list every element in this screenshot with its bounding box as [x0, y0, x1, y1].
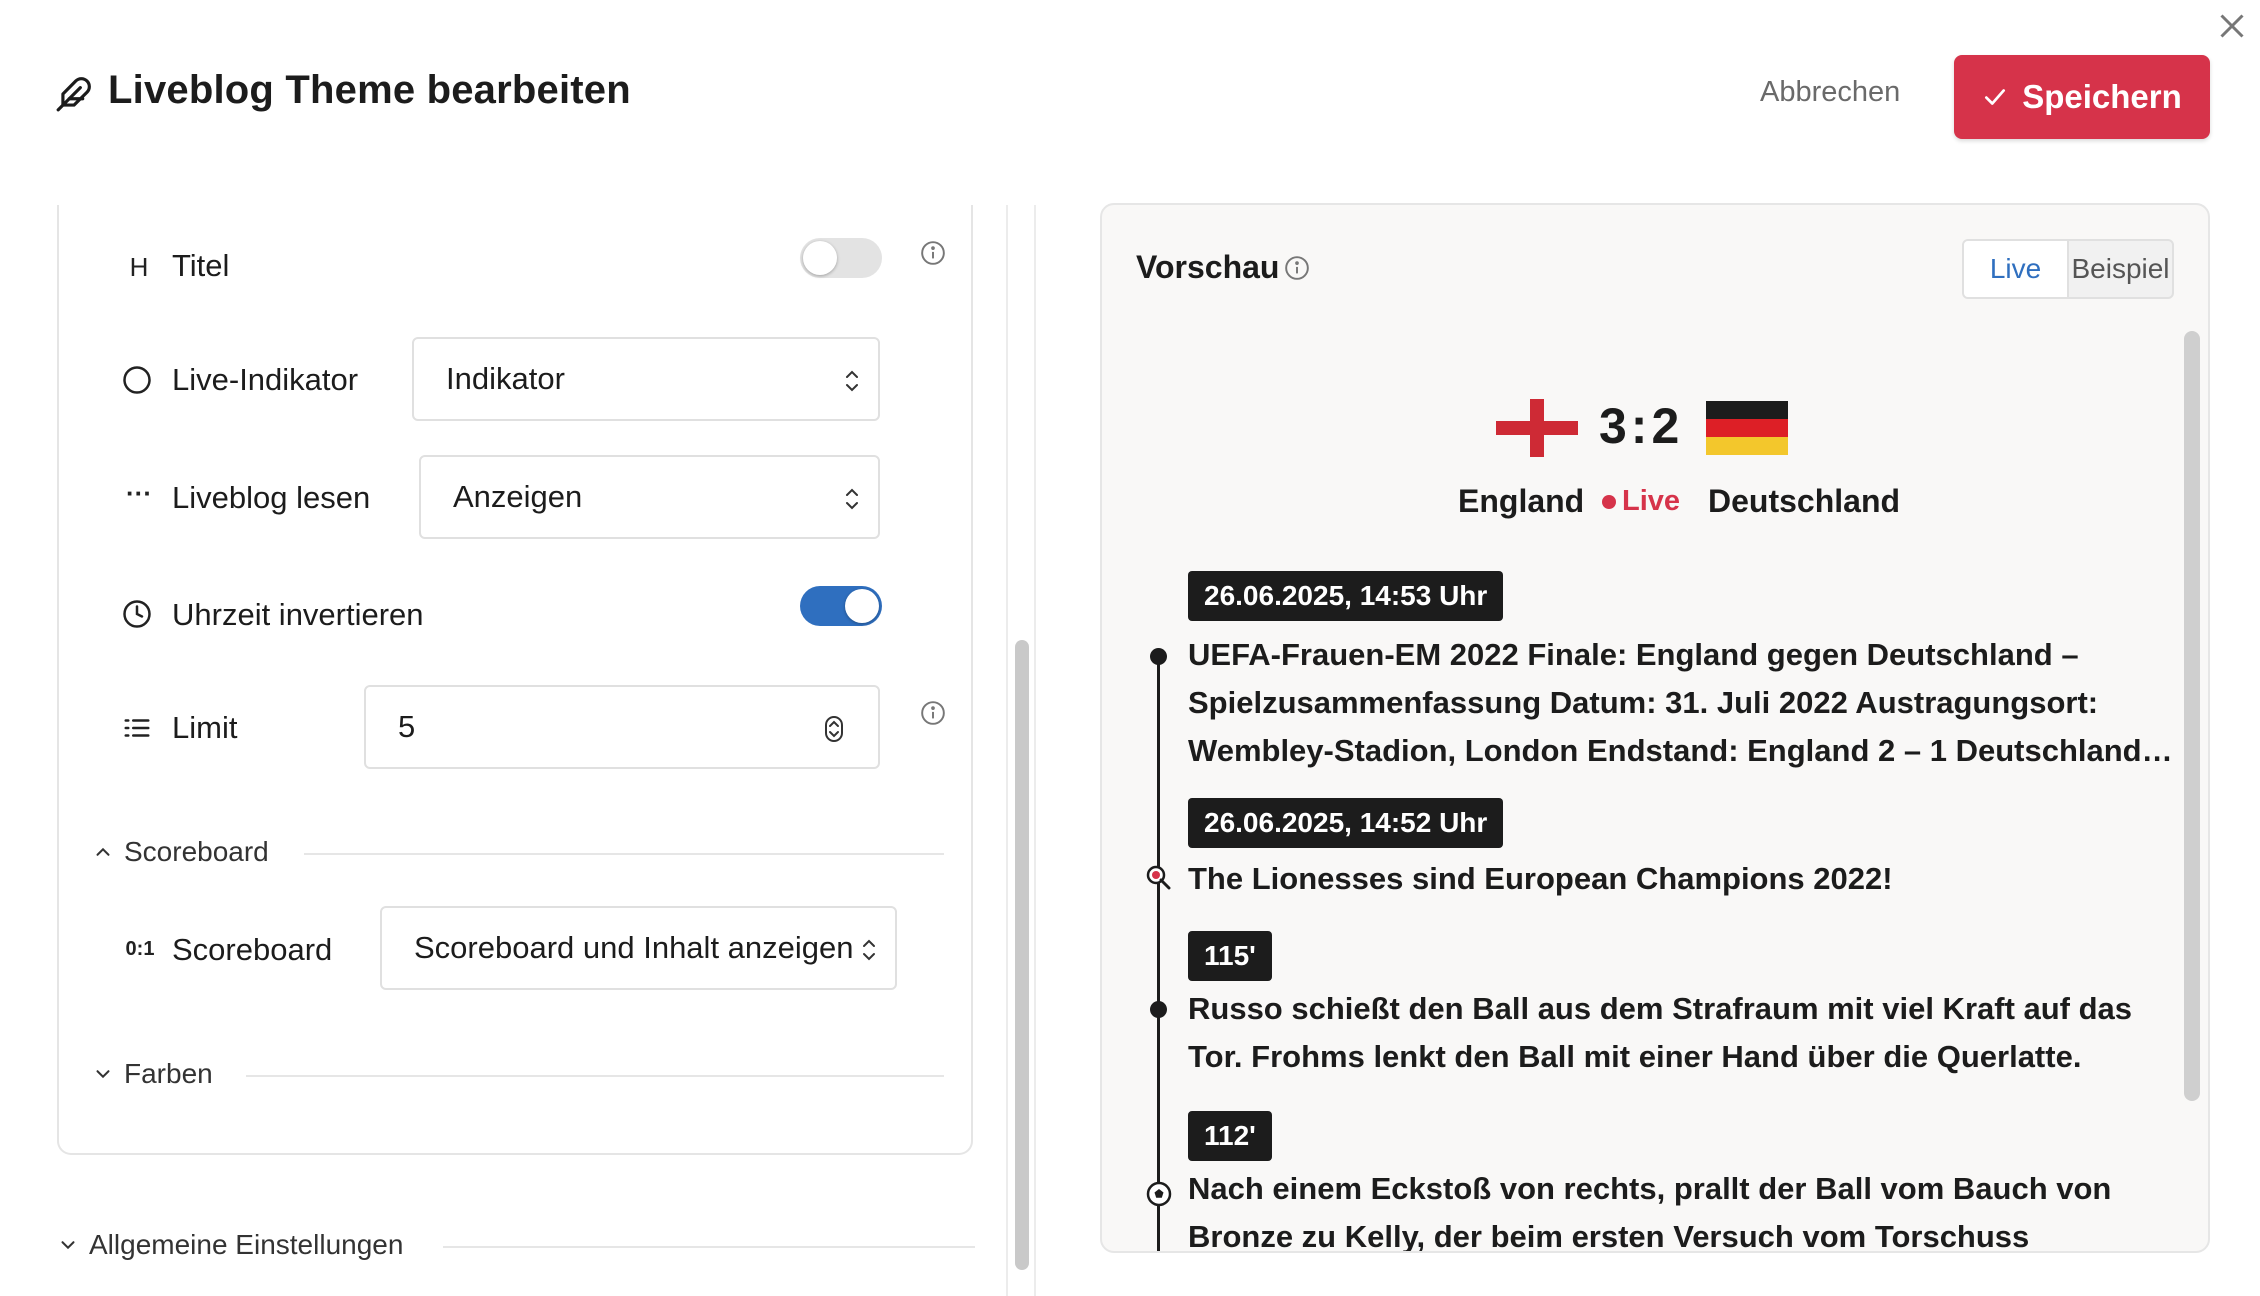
- preview-scrollbar-thumb[interactable]: [2184, 331, 2200, 1101]
- circle-icon: [123, 366, 151, 394]
- limit-value: 5: [398, 709, 416, 744]
- list-ordered-icon: [124, 719, 150, 737]
- live-dot: [1602, 494, 1616, 509]
- liveblog-lesen-label: Liveblog lesen: [172, 480, 371, 515]
- stepper-icon[interactable]: [824, 715, 844, 743]
- tab-live[interactable]: Live: [1964, 241, 2069, 297]
- whistle-icon: [1146, 865, 1171, 890]
- chevron-up-icon: [96, 847, 110, 856]
- select-value: Scoreboard und Inhalt anzeigen: [414, 930, 854, 965]
- scrollbar-thumb[interactable]: [1015, 640, 1029, 1270]
- live-indikator-label: Live-Indikator: [172, 362, 359, 397]
- chevron-down-icon: [96, 1070, 110, 1079]
- divider: [246, 1075, 944, 1077]
- titel-label: Titel: [172, 248, 230, 283]
- titel-toggle[interactable]: [800, 238, 882, 278]
- heading-icon: H: [129, 251, 149, 282]
- scoreboard-select[interactable]: Scoreboard und Inhalt anzeigen: [380, 906, 897, 990]
- timeline-dot: [1150, 648, 1167, 665]
- clock-icon: [123, 600, 151, 628]
- limit-input[interactable]: 5: [364, 685, 880, 769]
- chevron-down-icon: [61, 1241, 75, 1250]
- allgemein-section-toggle[interactable]: Allgemeine Einstellungen: [57, 1229, 403, 1261]
- chevron-up-down-icon: [842, 485, 862, 513]
- entry-time-badge: 115': [1188, 931, 1272, 981]
- entry-text: Nach einem Eckstoß von rechts, prallt de…: [1188, 1171, 2112, 1253]
- page-title: Liveblog Theme bearbeiten: [108, 68, 631, 112]
- scoreboard-icon: 0:1: [125, 937, 155, 960]
- liveblog-lesen-select[interactable]: Anzeigen: [419, 455, 880, 539]
- farben-section-toggle[interactable]: Farben: [92, 1058, 213, 1090]
- farben-section-label: Farben: [124, 1058, 213, 1089]
- info-icon[interactable]: [920, 700, 946, 726]
- live-label: Live: [1622, 485, 1681, 517]
- preview-mode-tabs: Live Beispiel: [1962, 239, 2174, 299]
- timeline-line: [1157, 660, 1160, 1251]
- cancel-button[interactable]: Abbrechen: [1760, 76, 1900, 109]
- divider: [304, 853, 944, 855]
- england-flag-icon: [1496, 399, 1578, 457]
- scoreboard-section-label: Scoreboard: [124, 836, 269, 867]
- divider: [443, 1246, 975, 1248]
- entry-text: Russo schießt den Ball aus dem Strafraum…: [1188, 991, 2133, 1074]
- germany-flag-icon: [1706, 401, 1788, 455]
- more-dots-icon: ···: [126, 477, 152, 508]
- uhrzeit-toggle[interactable]: [800, 586, 882, 626]
- limit-label: Limit: [172, 710, 238, 745]
- check-icon: [1985, 89, 2006, 105]
- entry-text: The Lionesses sind European Champions 20…: [1188, 861, 1893, 896]
- close-icon[interactable]: [2214, 8, 2250, 44]
- chevron-up-down-icon: [859, 936, 879, 964]
- entry-text: UEFA-Frauen-EM 2022 Finale: England gege…: [1188, 637, 2142, 768]
- allgemein-section-label: Allgemeine Einstellungen: [89, 1229, 404, 1260]
- entry-time-badge: 112': [1188, 1111, 1272, 1161]
- toggle-knob: [803, 241, 837, 275]
- save-button-label: Speichern: [2022, 78, 2182, 115]
- toggle-knob: [845, 589, 879, 623]
- save-button[interactable]: Speichern: [1954, 55, 2210, 139]
- uhrzeit-label: Uhrzeit invertieren: [172, 597, 424, 632]
- live-indikator-select[interactable]: Indikator: [412, 337, 880, 421]
- info-icon[interactable]: [920, 240, 946, 266]
- tab-beispiel[interactable]: Beispiel: [2069, 241, 2172, 297]
- scoreboard-section-toggle[interactable]: Scoreboard: [92, 836, 269, 868]
- soccer-ball-icon: [1146, 1181, 1172, 1207]
- info-icon[interactable]: [1284, 255, 1310, 281]
- feather-pen-icon: [56, 77, 91, 112]
- entry-time-badge: 26.06.2025, 14:52 Uhr: [1188, 798, 1504, 848]
- live-indicator: Live: [1602, 485, 1680, 518]
- preview-panel: Vorschau Live Beispiel 3:2 England Live …: [1100, 203, 2210, 1253]
- settings-scrollbar[interactable]: [1006, 205, 1036, 1296]
- select-value: Indikator: [446, 361, 565, 396]
- home-team: England: [1458, 483, 1585, 519]
- entry-time-badge: 26.06.2025, 14:53 Uhr: [1188, 571, 1504, 621]
- timeline-dot: [1150, 1001, 1167, 1018]
- score: 3:2: [1599, 398, 1684, 454]
- chevron-up-down-icon: [842, 367, 862, 395]
- select-value: Anzeigen: [453, 479, 583, 514]
- preview-title: Vorschau: [1136, 249, 1280, 285]
- scoreboard-label: Scoreboard: [172, 932, 333, 967]
- away-team: Deutschland: [1708, 483, 1901, 519]
